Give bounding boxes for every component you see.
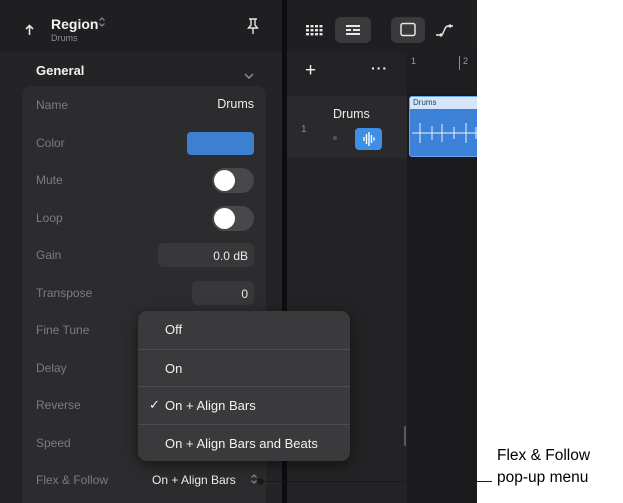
vertical-scrollbar[interactable] xyxy=(404,426,406,446)
param-label: Speed xyxy=(36,435,71,450)
param-label: Reverse xyxy=(36,398,81,412)
menu-item-label: On + Align Bars xyxy=(165,398,256,413)
param-row-mute: Mute xyxy=(22,161,266,199)
region-title-bar: Drums xyxy=(410,97,477,109)
param-label: Transpose xyxy=(36,285,93,300)
track-name: Drums xyxy=(333,107,370,121)
menu-item-label: On xyxy=(165,360,183,376)
param-label: Loop xyxy=(36,210,63,225)
param-label: Color xyxy=(36,135,65,150)
menu-item-on[interactable]: On xyxy=(138,348,350,387)
param-label: Fine Tune xyxy=(36,323,90,337)
param-row-loop: Loop xyxy=(22,199,266,237)
checkmark-icon: ✓ xyxy=(149,397,160,412)
gain-value: 0.0 dB xyxy=(213,249,248,263)
param-row-gain: Gain 0.0 dB xyxy=(22,236,266,274)
menu-item-label: Off xyxy=(165,322,183,337)
logic-app-window: Region Drums General Name Drums Color Mu… xyxy=(0,0,477,503)
updown-chevron-icon[interactable] xyxy=(98,15,106,33)
gain-field[interactable]: 0.0 dB xyxy=(158,243,254,267)
loop-toggle[interactable] xyxy=(212,205,254,231)
param-row-flex-follow: Flex & Follow On + Align Bars xyxy=(22,461,266,499)
callout-leader-dot xyxy=(257,478,264,485)
menu-item-on-align-bars-and-beats[interactable]: On + Align Bars and Beats xyxy=(138,423,350,462)
section-title: General xyxy=(36,63,85,78)
callout-label: Flex & Follow pop-up menu xyxy=(497,445,623,489)
tracks-toolbar xyxy=(287,0,477,52)
callout-line-1: Flex & Follow xyxy=(497,447,591,464)
toggle-knob xyxy=(214,170,235,191)
param-row-name: Name Drums xyxy=(22,86,266,124)
timeline[interactable]: 1 2 Drums xyxy=(404,52,477,503)
flex-follow-popup-menu: Off On ✓ On + Align Bars On + Align Bars… xyxy=(138,311,350,461)
callout-line-2: pop-up menu xyxy=(497,469,589,486)
inspector-header: Region Drums xyxy=(0,0,282,52)
chevron-down-icon xyxy=(244,67,254,85)
bar-line xyxy=(459,56,460,70)
bar-ruler[interactable]: 1 2 xyxy=(407,52,477,94)
param-label: Gain xyxy=(36,248,62,262)
window-icon[interactable] xyxy=(391,17,425,43)
pin-icon[interactable] xyxy=(246,17,260,40)
transpose-value: 0 xyxy=(241,286,248,301)
toggle-knob xyxy=(214,207,235,229)
flex-follow-popup-button[interactable]: On + Align Bars xyxy=(152,473,236,487)
more-options-button[interactable]: ··· xyxy=(371,60,388,76)
mute-toggle[interactable] xyxy=(212,168,254,193)
menu-item-on-align-bars[interactable]: ✓ On + Align Bars xyxy=(138,386,350,424)
region-label: Drums xyxy=(413,98,437,107)
param-label: Mute xyxy=(36,173,63,187)
automation-curve-icon[interactable] xyxy=(430,17,460,43)
grid-view-icon[interactable] xyxy=(297,17,329,43)
region-name-value[interactable]: Drums xyxy=(217,97,254,111)
param-row-transpose: Transpose 0 xyxy=(22,274,266,312)
track-number: 1 xyxy=(301,124,307,135)
waveform xyxy=(412,123,477,143)
back-arrow-icon[interactable] xyxy=(23,23,37,42)
audio-region[interactable]: Drums xyxy=(409,96,477,157)
menu-item-off[interactable]: Off xyxy=(138,311,350,349)
param-label: Flex & Follow xyxy=(36,473,109,487)
track-indicator xyxy=(333,136,337,140)
param-row-color: Color xyxy=(22,124,266,162)
param-label: Delay xyxy=(36,360,67,375)
track-header-drums[interactable]: 1 Drums xyxy=(287,96,407,158)
callout-leader-line xyxy=(260,481,492,482)
bar-number: 1 xyxy=(411,56,417,66)
bar-number: 2 xyxy=(463,56,469,66)
drum-waveform-icon[interactable] xyxy=(355,128,382,150)
region-subtitle: Drums xyxy=(51,33,78,43)
transpose-field[interactable]: 0 xyxy=(192,280,254,305)
menu-item-label: On + Align Bars and Beats xyxy=(165,435,318,451)
list-view-icon[interactable] xyxy=(335,17,371,43)
general-section-header[interactable]: General xyxy=(22,56,266,86)
param-label: Name xyxy=(36,98,69,112)
region-title[interactable]: Region xyxy=(51,16,98,32)
color-swatch[interactable] xyxy=(187,131,254,155)
add-track-button[interactable]: + xyxy=(305,60,316,82)
